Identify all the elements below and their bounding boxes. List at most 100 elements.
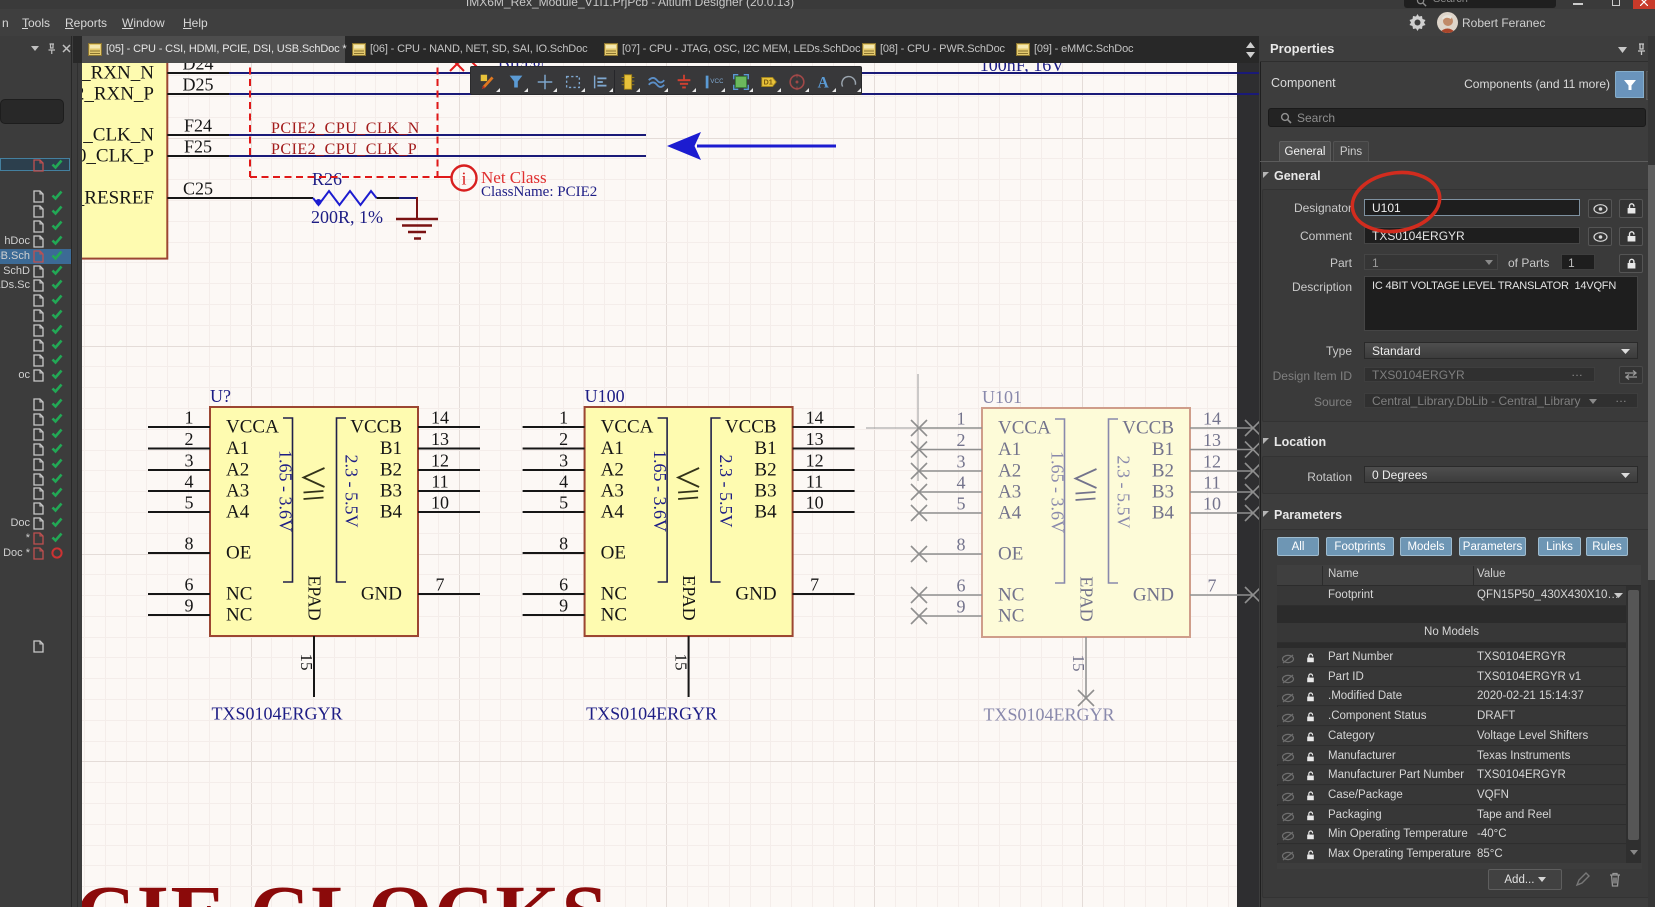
- svg-text:A4: A4: [601, 502, 625, 523]
- svg-text:TXS0104ERGYR: TXS0104ERGYR: [212, 704, 343, 724]
- svg-text:2_RXN_P: 2_RXN_P: [82, 84, 154, 105]
- svg-text:ClassName: PCIE2: ClassName: PCIE2: [481, 184, 597, 200]
- svg-text:5: 5: [185, 493, 194, 513]
- svg-text:1: 1: [559, 408, 568, 428]
- svg-text:2: 2: [957, 430, 966, 450]
- svg-text:200R, 1%: 200R, 1%: [311, 207, 383, 227]
- svg-text:B2: B2: [1152, 461, 1174, 482]
- svg-text:A4: A4: [998, 503, 1022, 524]
- svg-text:_CLK_N: _CLK_N: [82, 125, 154, 146]
- svg-text:11: 11: [1203, 473, 1220, 493]
- svg-text:6: 6: [957, 576, 966, 596]
- svg-text:3: 3: [185, 451, 194, 471]
- svg-text:GND: GND: [735, 584, 776, 605]
- svg-text:100nF, 16V: 100nF, 16V: [980, 63, 1065, 75]
- svg-text:D24: D24: [183, 63, 214, 74]
- svg-text:OE: OE: [998, 544, 1023, 565]
- svg-text:8: 8: [559, 534, 568, 554]
- svg-text:8: 8: [957, 535, 966, 555]
- svg-text:A3: A3: [998, 482, 1021, 503]
- svg-text:NC: NC: [601, 584, 627, 605]
- svg-text:NC: NC: [998, 585, 1024, 606]
- svg-text:OE: OE: [226, 543, 251, 564]
- svg-text:10: 10: [806, 493, 824, 513]
- svg-text:TXS0104ERGYR: TXS0104ERGYR: [586, 704, 717, 724]
- svg-text:B2: B2: [754, 460, 776, 481]
- svg-text:10: 10: [1203, 494, 1221, 514]
- svg-text:3: 3: [957, 452, 966, 472]
- svg-text:7: 7: [436, 575, 445, 595]
- svg-text:D1: D1: [763, 77, 772, 86]
- svg-text:A1: A1: [601, 438, 624, 459]
- svg-text:13: 13: [431, 429, 449, 449]
- svg-text:A2: A2: [226, 460, 249, 481]
- svg-text:12: 12: [1203, 452, 1221, 472]
- svg-text:9: 9: [185, 596, 194, 616]
- svg-text:B4: B4: [754, 502, 777, 523]
- svg-text:NC: NC: [998, 606, 1024, 627]
- svg-text:B1: B1: [754, 438, 776, 459]
- svg-text:9: 9: [957, 597, 966, 617]
- svg-text:F25: F25: [184, 137, 212, 157]
- svg-text:11: 11: [431, 472, 448, 492]
- svg-text:B3: B3: [380, 481, 402, 502]
- svg-text:B1: B1: [1152, 439, 1174, 460]
- svg-text:NC: NC: [226, 605, 252, 626]
- svg-text:4: 4: [559, 472, 568, 492]
- svg-text:11: 11: [806, 472, 823, 492]
- svg-text:PCIE2_CPU_CLK_P: PCIE2_CPU_CLK_P: [271, 141, 417, 158]
- svg-text:2.3 - 5.5V: 2.3 - 5.5V: [1114, 456, 1134, 529]
- svg-text:0_CLK_P: 0_CLK_P: [82, 146, 154, 167]
- svg-text:10: 10: [431, 493, 449, 513]
- svg-text:7: 7: [1208, 576, 1217, 596]
- svg-text:U?: U?: [210, 386, 231, 406]
- svg-text:VCCB: VCCB: [725, 417, 777, 438]
- svg-text:U101: U101: [982, 387, 1022, 407]
- svg-text:1.65 - 3.6V: 1.65 - 3.6V: [1048, 451, 1068, 533]
- svg-text:12: 12: [431, 451, 449, 471]
- svg-text:13: 13: [1203, 430, 1221, 450]
- svg-text:B4: B4: [380, 502, 403, 523]
- svg-text:14: 14: [431, 408, 449, 428]
- svg-text:8: 8: [185, 534, 194, 554]
- svg-text:NC: NC: [226, 584, 252, 605]
- svg-text:GND: GND: [1133, 585, 1174, 606]
- svg-text:B2: B2: [380, 460, 402, 481]
- svg-text:A3: A3: [226, 481, 249, 502]
- svg-text:2.3 - 5.5V: 2.3 - 5.5V: [342, 455, 362, 528]
- svg-text:A1: A1: [998, 439, 1021, 460]
- svg-text:2: 2: [185, 429, 194, 449]
- svg-text:15: 15: [672, 654, 691, 671]
- svg-text:14: 14: [1203, 409, 1221, 429]
- svg-text:A1: A1: [226, 438, 249, 459]
- svg-text:EPAD: EPAD: [1077, 576, 1097, 621]
- svg-text:A3: A3: [601, 481, 624, 502]
- svg-text:VCCA: VCCA: [601, 417, 654, 438]
- svg-text:C25: C25: [183, 179, 213, 199]
- svg-text:EPAD: EPAD: [679, 575, 699, 620]
- svg-text:F24: F24: [184, 116, 212, 136]
- svg-text:2: 2: [559, 429, 568, 449]
- svg-text:U100: U100: [585, 386, 625, 406]
- svg-text:NC: NC: [601, 605, 627, 626]
- svg-text:_RXN_N: _RXN_N: [82, 63, 154, 84]
- svg-text:VCCB: VCCB: [350, 417, 402, 438]
- svg-text:A2: A2: [601, 460, 624, 481]
- svg-text:1: 1: [185, 408, 194, 428]
- svg-text:R26: R26: [312, 169, 342, 189]
- svg-text:3: 3: [559, 451, 568, 471]
- svg-text:B3: B3: [1152, 482, 1174, 503]
- svg-text:A4: A4: [226, 502, 250, 523]
- svg-text:15: 15: [1069, 655, 1088, 672]
- svg-text:12: 12: [806, 451, 824, 471]
- svg-text:PCIE2_CPU_CLK_N: PCIE2_CPU_CLK_N: [271, 120, 420, 137]
- svg-text:4: 4: [957, 473, 966, 493]
- svg-text:VCC: VCC: [710, 77, 723, 84]
- svg-text:2.3 - 5.5V: 2.3 - 5.5V: [716, 455, 736, 528]
- svg-text:1.65 - 3.6V: 1.65 - 3.6V: [276, 450, 296, 532]
- svg-text:1: 1: [957, 409, 966, 429]
- svg-text:B1: B1: [380, 438, 402, 459]
- svg-text:TXS0104ERGYR: TXS0104ERGYR: [984, 705, 1115, 725]
- svg-text:PCIE CLOCKS: PCIE CLOCKS: [82, 868, 609, 907]
- svg-text:VCCA: VCCA: [226, 417, 279, 438]
